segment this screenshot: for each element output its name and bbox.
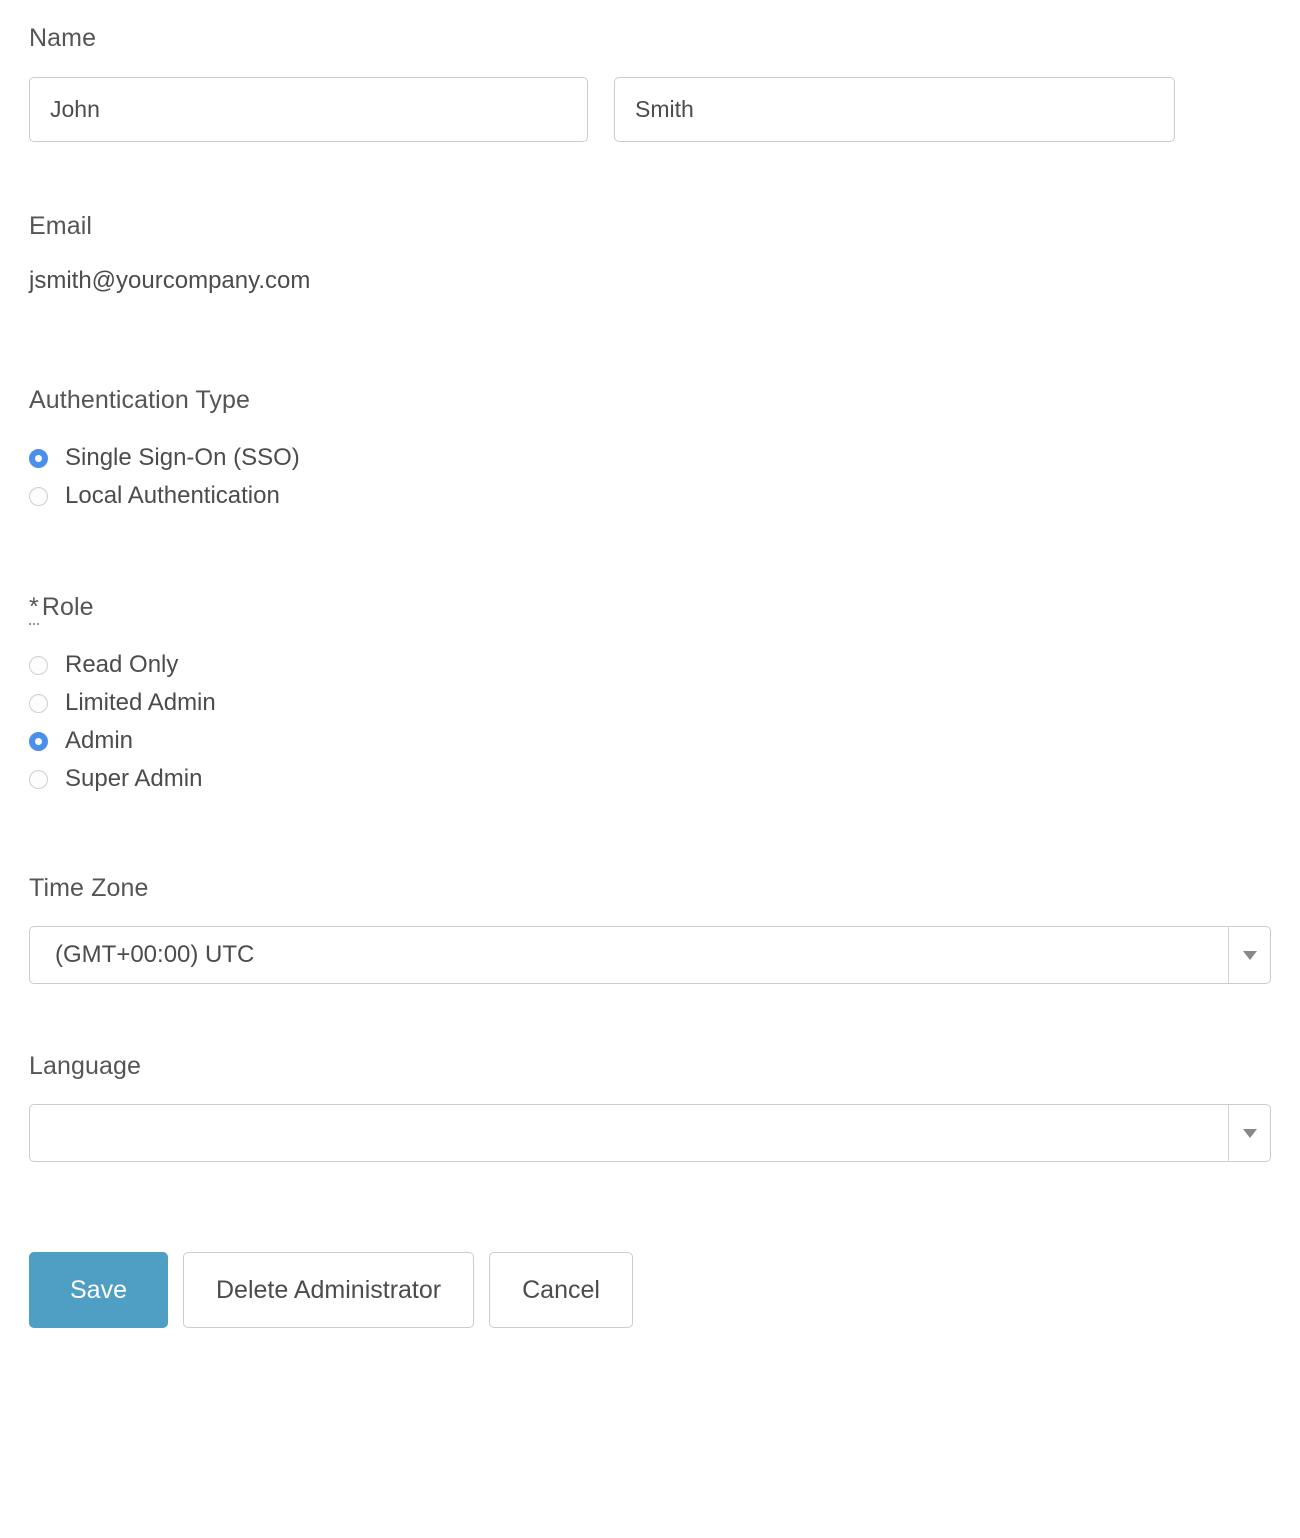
radio-icon-unselected [29, 770, 48, 789]
email-label: Email [29, 214, 1271, 239]
radio-icon-unselected [29, 694, 48, 713]
radio-icon-unselected [29, 656, 48, 675]
radio-option-limited-admin[interactable]: Limited Admin [29, 684, 1271, 722]
radio-icon-unselected [29, 487, 48, 506]
radio-label: Super Admin [65, 767, 202, 791]
delete-administrator-button[interactable]: Delete Administrator [183, 1252, 474, 1328]
chevron-down-icon[interactable] [1228, 927, 1270, 983]
time-zone-label: Time Zone [29, 876, 1271, 901]
role-field-group: *Role Read Only Limited Admin Admin Supe… [0, 595, 1300, 798]
authentication-type-label: Authentication Type [29, 388, 1271, 413]
cancel-button[interactable]: Cancel [489, 1252, 633, 1328]
email-field-group: Email jsmith@yourcompany.com [0, 214, 1300, 293]
radio-icon-selected [29, 732, 48, 751]
time-zone-select[interactable]: (GMT+00:00) UTC [29, 926, 1271, 984]
last-name-input[interactable] [614, 77, 1175, 142]
language-selected-value [30, 1105, 1228, 1161]
radio-label: Single Sign-On (SSO) [65, 446, 300, 470]
radio-option-read-only[interactable]: Read Only [29, 646, 1271, 684]
time-zone-field-group: Time Zone (GMT+00:00) UTC [0, 876, 1300, 984]
name-field-group: Name [0, 26, 1300, 142]
radio-label: Admin [65, 729, 133, 753]
chevron-down-icon[interactable] [1228, 1105, 1270, 1161]
radio-option-local-auth[interactable]: Local Authentication [29, 477, 1271, 515]
language-label: Language [29, 1054, 1271, 1079]
save-button[interactable]: Save [29, 1252, 168, 1328]
time-zone-selected-value: (GMT+00:00) UTC [30, 927, 1228, 983]
administrator-edit-form: Name Email jsmith@yourcompany.com Authen… [0, 26, 1300, 1328]
language-select[interactable] [29, 1104, 1271, 1162]
radio-option-sso[interactable]: Single Sign-On (SSO) [29, 439, 1271, 477]
radio-option-super-admin[interactable]: Super Admin [29, 760, 1271, 798]
radio-label: Read Only [65, 653, 178, 677]
role-label-text: Role [42, 593, 94, 621]
form-actions: Save Delete Administrator Cancel [0, 1252, 1300, 1328]
authentication-type-radio-group: Single Sign-On (SSO) Local Authenticatio… [29, 439, 1271, 515]
authentication-type-field-group: Authentication Type Single Sign-On (SSO)… [0, 388, 1300, 515]
name-inputs-row [29, 77, 1271, 142]
language-field-group: Language [0, 1054, 1300, 1162]
email-value: jsmith@yourcompany.com [29, 269, 1271, 293]
radio-label: Limited Admin [65, 691, 216, 715]
radio-label: Local Authentication [65, 484, 280, 508]
radio-icon-selected [29, 449, 48, 468]
required-asterisk: * [29, 593, 39, 625]
role-label: *Role [29, 595, 1271, 620]
role-radio-group: Read Only Limited Admin Admin Super Admi… [29, 646, 1271, 798]
first-name-input[interactable] [29, 77, 588, 142]
name-label: Name [29, 26, 1271, 51]
radio-option-admin[interactable]: Admin [29, 722, 1271, 760]
